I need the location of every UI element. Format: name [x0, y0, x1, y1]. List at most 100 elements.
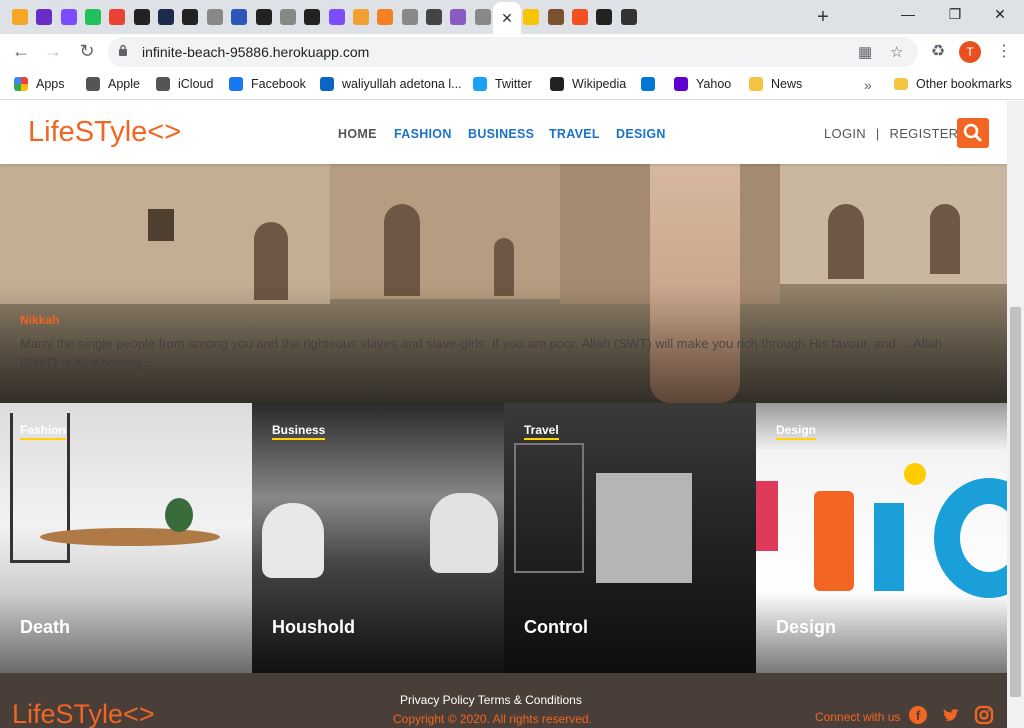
browser-tab[interactable]: [325, 4, 349, 30]
menu-icon[interactable]: ⋮: [993, 41, 1015, 61]
new-tab-button[interactable]: +: [812, 6, 834, 29]
browser-tab[interactable]: [300, 4, 324, 30]
minimize-button[interactable]: —: [893, 6, 923, 22]
bookmark-item[interactable]: iCloud: [156, 77, 213, 91]
browser-tab[interactable]: [592, 4, 616, 30]
site-header: LifeSTyle<> HOME FASHION BUSINESS TRAVEL…: [0, 101, 1007, 164]
browser-tab[interactable]: [154, 4, 178, 30]
table-top: [40, 528, 220, 546]
reload-button[interactable]: ↻: [76, 41, 98, 62]
globe-icon: [401, 9, 418, 25]
browser-tab[interactable]: [8, 4, 32, 30]
card-title[interactable]: Houshold: [272, 617, 355, 638]
browser-tab[interactable]: [227, 4, 251, 30]
back-button[interactable]: ←: [10, 41, 32, 62]
forward-button[interactable]: →: [42, 41, 64, 62]
bookmark-item[interactable]: Facebook: [229, 77, 306, 91]
browser-tab[interactable]: [57, 4, 81, 30]
design-letter-e: [756, 481, 778, 551]
bookmark-item[interactable]: [641, 77, 663, 91]
card-category[interactable]: Fashion: [20, 423, 67, 440]
hero-banner[interactable]: Nikkah Marry the single people from amon…: [0, 164, 1007, 403]
browser-tab[interactable]: [178, 4, 202, 30]
twitter-icon[interactable]: [941, 705, 961, 725]
page-viewport: LifeSTyle<> HOME FASHION BUSINESS TRAVEL…: [0, 101, 1007, 728]
hero-door: [384, 204, 420, 296]
box-icon: [547, 9, 564, 25]
stormtrooper-helmet: [262, 503, 324, 578]
browser-tab[interactable]: [422, 4, 446, 30]
facebook-icon[interactable]: f: [908, 705, 928, 725]
browser-tab[interactable]: [130, 4, 154, 30]
bookmark-label: waliyullah adetona l...: [342, 77, 462, 91]
login-link[interactable]: LOGIN: [824, 126, 866, 141]
mtn-icon: [523, 9, 540, 25]
browser-tab[interactable]: [544, 4, 568, 30]
search-button[interactable]: [957, 118, 989, 148]
browser-tab[interactable]: [617, 4, 641, 30]
card-category[interactable]: Design: [776, 423, 817, 440]
m-logo-icon: [328, 9, 345, 25]
browser-tab[interactable]: [568, 4, 592, 30]
browser-tab[interactable]: [276, 4, 300, 30]
bookmark-item[interactable]: News: [749, 77, 802, 91]
browser-tab[interactable]: [519, 4, 543, 30]
hero-window: [148, 209, 174, 241]
restore-button[interactable]: ❐: [940, 6, 970, 23]
browser-tab[interactable]: [105, 4, 129, 30]
address-bar[interactable]: infinite-beach-95886.herokuapp.com ▦ ☆: [108, 37, 918, 67]
scrollbar-thumb[interactable]: [1010, 307, 1021, 697]
browser-tab[interactable]: [81, 4, 105, 30]
footer-logo[interactable]: LifeSTyle<>: [12, 699, 155, 728]
bookmark-item[interactable]: Apps: [14, 77, 65, 91]
close-icon[interactable]: ✕: [501, 10, 513, 27]
card-category[interactable]: Business: [272, 423, 326, 440]
browser-tab[interactable]: [471, 4, 495, 30]
nav-home[interactable]: HOME: [338, 127, 377, 141]
plant: [165, 498, 193, 532]
nav-business[interactable]: BUSINESS: [468, 127, 534, 141]
card-title[interactable]: Death: [20, 617, 70, 638]
bookmark-label: Wikipedia: [572, 77, 627, 91]
card-travel[interactable]: Travel Control: [504, 403, 756, 673]
translate-icon[interactable]: ▦: [858, 43, 872, 61]
card-title[interactable]: Design: [776, 617, 836, 638]
bookmark-star-icon[interactable]: ☆: [890, 43, 903, 61]
nav-fashion[interactable]: FASHION: [394, 127, 452, 141]
browser-tab[interactable]: [446, 4, 470, 30]
browser-tab[interactable]: [373, 4, 397, 30]
browser-tab[interactable]: [349, 4, 373, 30]
instagram-icon[interactable]: [974, 705, 994, 725]
bookmark-item[interactable]: waliyullah adetona l...: [320, 77, 462, 91]
bookmarks-overflow-icon[interactable]: »: [864, 77, 872, 93]
bookmark-item[interactable]: Apple: [86, 77, 140, 91]
card-business[interactable]: Business Houshold: [252, 403, 504, 673]
card-category[interactable]: Travel: [524, 423, 559, 440]
nav-travel[interactable]: TRAVEL: [549, 127, 600, 141]
card-fashion[interactable]: Fashion Death: [0, 403, 252, 673]
other-bookmarks[interactable]: Other bookmarks: [894, 77, 1012, 91]
register-link[interactable]: REGISTER: [890, 126, 959, 141]
pencil-icon: [352, 9, 369, 25]
browser-tab[interactable]: ✕: [493, 2, 521, 34]
browser-tab[interactable]: [252, 4, 276, 30]
browser-tab[interactable]: [203, 4, 227, 30]
card-title[interactable]: Control: [524, 617, 588, 638]
window-close-button[interactable]: ✕: [985, 6, 1015, 23]
footer-links[interactable]: Privacy Policy Terms & Conditions: [400, 693, 582, 707]
extensions-icon[interactable]: ♻: [927, 41, 949, 61]
site-logo[interactable]: LifeSTyle<>: [28, 116, 181, 149]
hero-door: [930, 204, 960, 274]
card-design[interactable]: Design Design: [756, 403, 1007, 673]
bookmark-item[interactable]: Twitter: [473, 77, 532, 91]
photo-frame: [596, 473, 692, 583]
browser-tab[interactable]: [32, 4, 56, 30]
bookmark-item[interactable]: Wikipedia: [550, 77, 626, 91]
profile-avatar[interactable]: T: [959, 41, 981, 63]
hero-category[interactable]: Nikkah: [20, 313, 59, 327]
page-scrollbar[interactable]: [1007, 101, 1024, 728]
h-logo-icon: [450, 9, 467, 25]
browser-tab[interactable]: [398, 4, 422, 30]
bookmark-item[interactable]: Yahoo: [674, 77, 731, 91]
nav-design[interactable]: DESIGN: [616, 127, 666, 141]
